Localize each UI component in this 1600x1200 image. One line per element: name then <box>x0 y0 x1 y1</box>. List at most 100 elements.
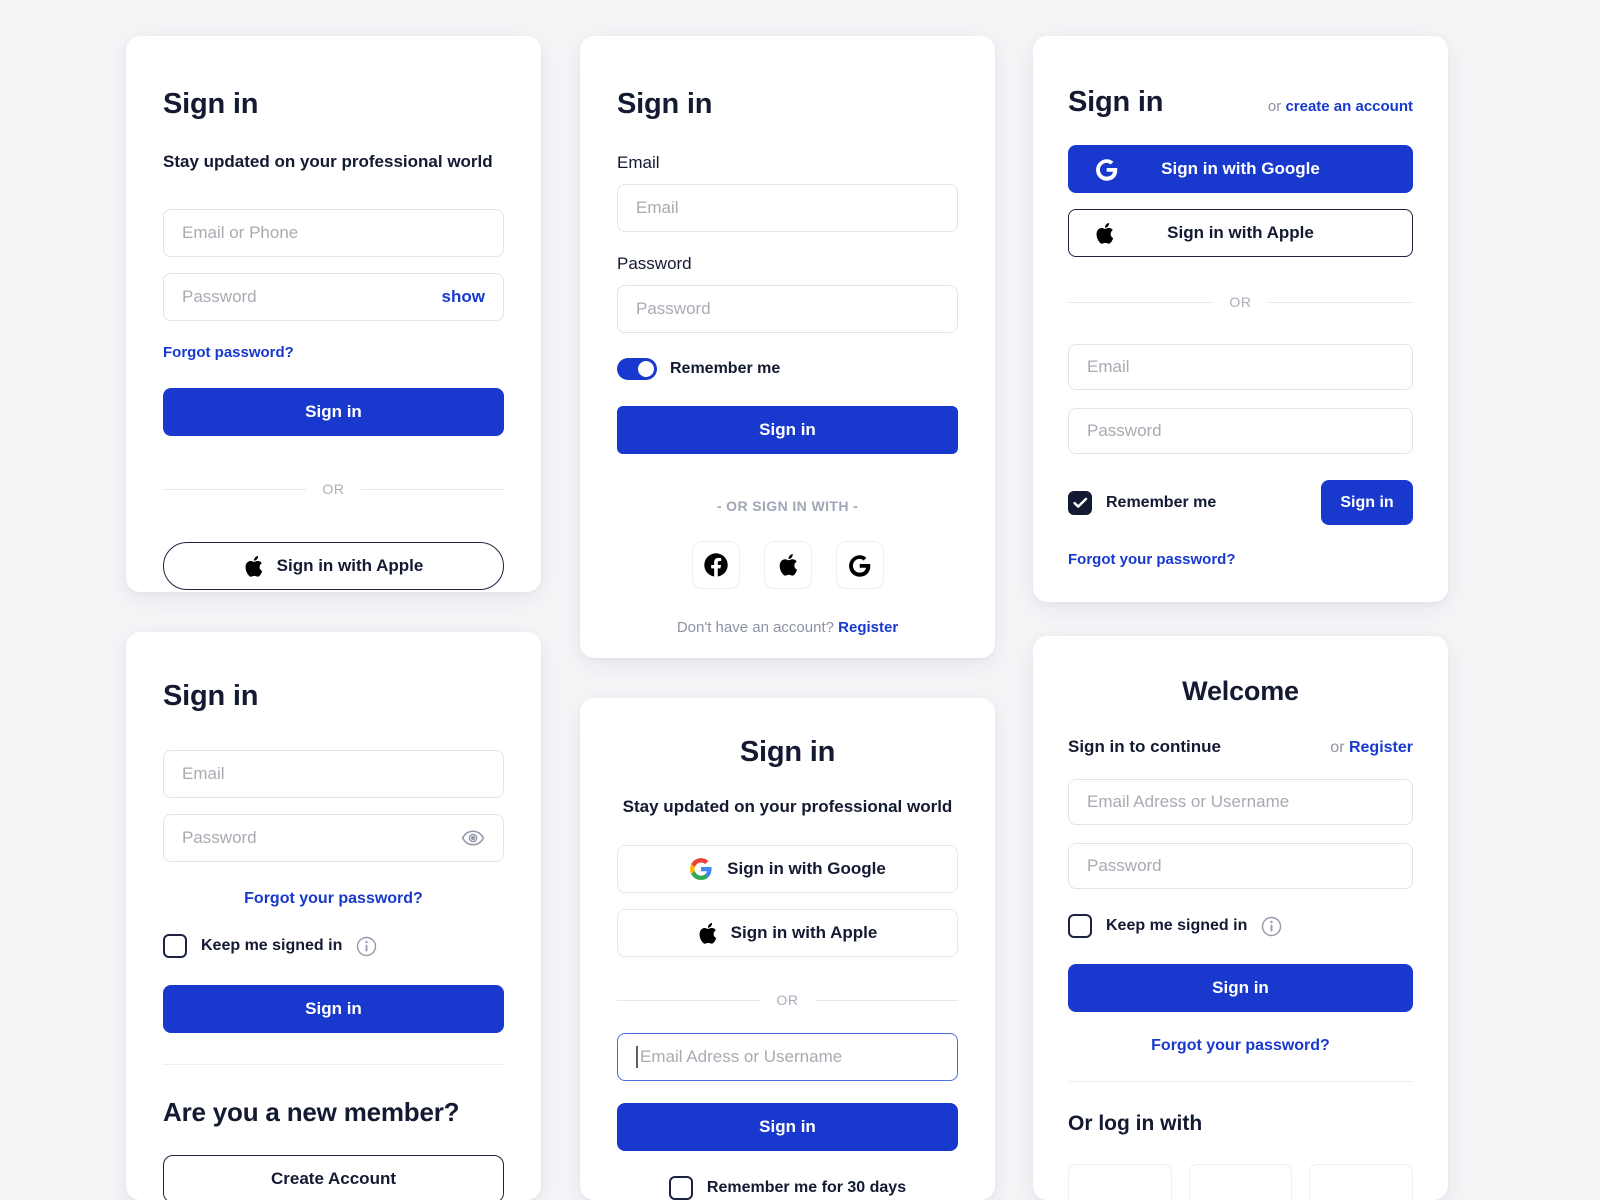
social-login-button-2[interactable] <box>1188 1164 1293 1200</box>
password-placeholder: Password <box>182 287 257 306</box>
forgot-password-link[interactable]: Forgot password? <box>163 344 294 361</box>
or-signin-with-label: - OR SIGN IN WITH - <box>716 498 859 514</box>
password-input[interactable]: Password <box>617 285 958 333</box>
keep-signed-in-label: Keep me signed in <box>201 937 343 954</box>
eye-icon[interactable] <box>461 829 485 847</box>
email-placeholder: Email <box>1087 357 1130 376</box>
signin-with-apple-button[interactable]: Sign in with Apple <box>163 542 504 590</box>
email-or-phone-input[interactable]: Email or Phone <box>163 209 504 257</box>
social-buttons-row <box>1068 1164 1414 1200</box>
signin-button[interactable]: Sign in <box>1068 964 1413 1012</box>
google-button-label: Sign in with Google <box>727 859 886 878</box>
info-icon[interactable] <box>356 936 377 957</box>
signin-card-linkedin: Sign in Stay updated on your professiona… <box>126 36 541 592</box>
show-password-button[interactable]: show <box>442 287 485 307</box>
page-title: Sign in <box>617 88 713 120</box>
forgot-password-row: Forgot your password? <box>163 890 504 908</box>
email-placeholder: Email <box>182 764 225 783</box>
password-input[interactable]: Password <box>163 814 504 862</box>
signin-button[interactable]: Sign in <box>1321 480 1413 525</box>
email-label: Email <box>617 153 660 172</box>
or-login-with-heading: Or log in with <box>1068 1112 1203 1135</box>
google-button-label: Sign in with Google <box>1161 159 1320 178</box>
email-username-input[interactable]: Email Adress or Username <box>617 1033 958 1081</box>
apple-signin-button[interactable] <box>763 541 812 589</box>
page-title: Sign in <box>163 680 259 712</box>
signin-card-stay-updated: Sign in Stay updated on your professiona… <box>580 698 995 1200</box>
email-input[interactable]: Email <box>617 184 958 232</box>
signin-button[interactable]: Sign in <box>617 1103 958 1151</box>
signin-card-social: Sign in or create an account Sign in wit… <box>1033 36 1448 602</box>
screenshot-board: Sign in Stay updated on your professiona… <box>0 0 1600 1200</box>
google-icon <box>847 553 872 578</box>
email-username-placeholder: Email Adress or Username <box>640 1047 843 1066</box>
subtitle-row: Sign in to continue or Register <box>1068 737 1413 757</box>
text-caret <box>636 1046 638 1068</box>
apple-icon <box>244 555 263 578</box>
signin-card-new-member: Sign in Email Password Forgot your passw… <box>126 632 541 1200</box>
password-label: Password <box>617 254 692 273</box>
forgot-password-link[interactable]: Forgot your password? <box>1068 551 1236 568</box>
page-title: Welcome <box>1182 676 1299 706</box>
or-divider: OR <box>163 481 505 497</box>
password-placeholder: Password <box>1087 856 1162 875</box>
apple-signin-button[interactable]: Sign in with Apple <box>1068 209 1413 257</box>
email-username-placeholder: Email Adress or Username <box>1087 792 1290 811</box>
divider-line-left <box>1068 301 1214 303</box>
signin-button[interactable]: Sign in <box>163 985 504 1033</box>
google-signin-button[interactable]: Sign in with Google <box>617 845 958 893</box>
keep-signed-in-row: Keep me signed in <box>163 934 504 958</box>
apple-icon <box>778 553 798 577</box>
toggle-knob <box>638 361 654 377</box>
apple-button-label: Sign in with Apple <box>730 923 878 942</box>
remember-me-group: Remember me <box>1068 490 1216 515</box>
forgot-password-link[interactable]: Forgot your password? <box>244 890 423 907</box>
password-input[interactable]: Password show <box>163 273 504 321</box>
email-placeholder: Email <box>636 198 679 217</box>
or-divider: OR <box>1068 294 1414 310</box>
page-title: Sign in <box>163 88 259 120</box>
password-placeholder: Password <box>1087 421 1162 440</box>
remember-me-checkbox[interactable] <box>1068 490 1092 515</box>
signin-button[interactable]: Sign in <box>163 388 504 436</box>
apple-button-label: Sign in with Apple <box>276 556 424 575</box>
social-login-button-3[interactable] <box>1309 1164 1414 1200</box>
remember-me-toggle[interactable] <box>617 358 657 380</box>
signin-card-remember: Sign in Email Email Password Password Re… <box>580 36 995 658</box>
divider-line-left <box>163 488 307 490</box>
register-link[interactable]: Register <box>838 619 898 636</box>
create-account-button[interactable]: Create Account <box>163 1155 504 1200</box>
card-subtitle: Sign in to continue <box>1068 737 1221 756</box>
email-input[interactable]: Email <box>1068 344 1413 390</box>
keep-signed-in-checkbox[interactable] <box>1068 914 1092 938</box>
social-login-button-1[interactable] <box>1068 1164 1172 1200</box>
remember-30-days-checkbox[interactable] <box>668 1176 693 1200</box>
or-label: OR <box>776 992 799 1008</box>
facebook-signin-button[interactable] <box>691 541 740 589</box>
google-signin-button[interactable] <box>835 541 884 589</box>
apple-signin-button[interactable]: Sign in with Apple <box>617 909 958 957</box>
signin-button[interactable]: Sign in <box>617 406 958 454</box>
forgot-password-link[interactable]: Forgot your password? <box>1151 1037 1330 1054</box>
create-account-link[interactable]: create an account <box>1285 98 1413 115</box>
apple-button-label: Sign in with Apple <box>1167 223 1314 242</box>
remember-me-label: Remember me <box>670 360 781 377</box>
or-prefix: or <box>1330 739 1349 756</box>
or-label: OR <box>322 481 345 497</box>
remember-signin-row: Remember me Sign in <box>1068 480 1413 525</box>
email-input[interactable]: Email <box>163 750 504 798</box>
create-account-row: or create an account <box>1268 98 1413 115</box>
google-signin-button[interactable]: Sign in with Google <box>1068 145 1413 193</box>
password-placeholder: Password <box>182 828 257 847</box>
register-link[interactable]: Register <box>1349 739 1413 756</box>
keep-signed-in-row: Keep me signed in <box>1068 914 1413 938</box>
remember-me-row: Remember me <box>617 358 958 380</box>
info-icon[interactable] <box>1261 916 1282 937</box>
email-username-input[interactable]: Email Adress or Username <box>1068 779 1413 825</box>
password-placeholder: Password <box>636 299 711 318</box>
new-member-heading: Are you a new member? <box>163 1097 460 1127</box>
password-input[interactable]: Password <box>1068 843 1413 889</box>
keep-signed-in-checkbox[interactable] <box>163 934 187 958</box>
password-input[interactable]: Password <box>1068 408 1413 454</box>
section-divider <box>163 1064 504 1065</box>
